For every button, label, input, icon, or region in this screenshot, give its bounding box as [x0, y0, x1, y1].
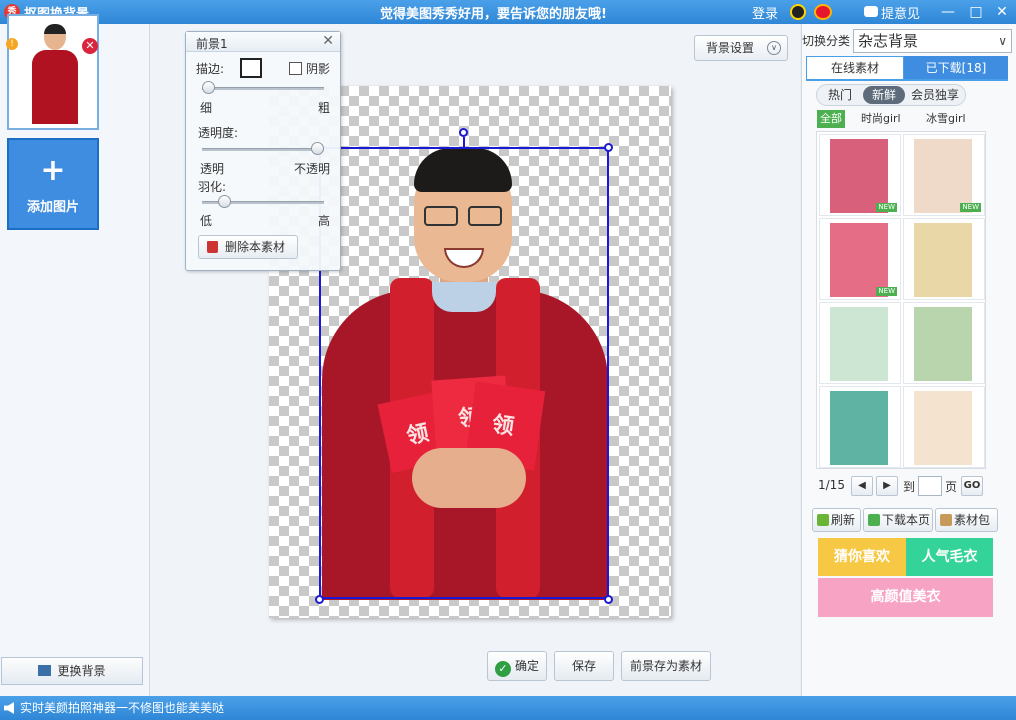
login-link[interactable]: 登录	[752, 3, 778, 22]
qq-icon[interactable]	[790, 4, 806, 20]
material-pack-button[interactable]: 素材包	[935, 508, 998, 532]
change-background-button[interactable]: 更换背景	[1, 657, 143, 685]
go-button[interactable]: GO	[961, 476, 983, 496]
image-icon	[38, 665, 52, 676]
thumbnail-person-image	[32, 24, 78, 124]
remove-thumbnail-button[interactable]: ✕	[82, 38, 98, 54]
warning-badge-icon: !	[6, 38, 18, 50]
feedback-link[interactable]: 提意见	[881, 3, 920, 22]
subtab-member[interactable]: 会员独享	[907, 86, 963, 104]
add-image-label: 添加图片	[26, 200, 79, 215]
opacity-slider-handle[interactable]	[311, 142, 324, 155]
material-thumbnail[interactable]	[903, 302, 985, 384]
material-grid: NEW NEW NEW	[816, 131, 986, 469]
next-page-button[interactable]: ▶	[876, 476, 898, 496]
trash-icon	[207, 241, 218, 253]
subtab-hot[interactable]: 热门	[820, 86, 860, 104]
new-badge: NEW	[960, 203, 981, 212]
tab-online-materials[interactable]: 在线素材	[806, 56, 904, 80]
package-icon	[940, 514, 952, 526]
thin-label: 细	[200, 101, 213, 115]
tab-downloaded[interactable]: 已下载[18]	[904, 56, 1008, 80]
status-bar: 实时美颜拍照神器一不修图也能美美哒	[0, 696, 1016, 720]
transparent-label: 透明	[200, 162, 225, 176]
plus-icon: +	[40, 153, 66, 188]
title-bar: 秀 抠图换背景 觉得美图秀秀好用，要告诉您的朋友哦! 登录 提意见 — □ ✕	[0, 0, 1016, 24]
chevron-down-icon: ∨	[767, 41, 781, 55]
stroke-color-swatch[interactable]	[240, 58, 262, 78]
page-number-input[interactable]	[918, 476, 942, 496]
popular-sweater-banner[interactable]: 人气毛衣	[906, 538, 993, 576]
stroke-label: 描边:	[196, 62, 225, 76]
page-indicator: 1/15	[818, 478, 845, 492]
title-slogan: 觉得美图秀秀好用，要告诉您的朋友哦!	[380, 7, 607, 22]
speaker-icon	[4, 702, 14, 714]
filter-fashion-girl[interactable]: 时尚girl	[861, 110, 901, 128]
subtab-fresh[interactable]: 新鲜	[863, 86, 905, 104]
opacity-slider-track[interactable]	[202, 148, 324, 151]
stroke-slider-track[interactable]	[202, 87, 324, 90]
close-icon[interactable]: ✕	[322, 33, 334, 49]
category-select[interactable]: 杂志背景 ∨	[853, 29, 1012, 53]
refresh-button[interactable]: 刷新	[812, 508, 861, 532]
minimize-button[interactable]: —	[938, 2, 958, 22]
delete-material-button[interactable]: 删除本素材	[198, 235, 298, 259]
background-setting-button[interactable]: 背景设置 ∨	[694, 35, 788, 61]
save-foreground-as-material-button[interactable]: 前景存为素材	[621, 651, 711, 681]
high-label: 高	[318, 214, 331, 228]
switch-category-label: 切换分类	[802, 34, 851, 48]
prev-page-button[interactable]: ◀	[851, 476, 873, 496]
feather-slider-handle[interactable]	[218, 195, 232, 208]
add-image-button[interactable]: + 添加图片	[7, 138, 99, 230]
foreground-settings-panel: 前景1 ✕ 描边: 阴影 细 粗 透明度: 透明 不透明 羽化: 低 高 删除本…	[185, 31, 341, 271]
thick-label: 粗	[318, 101, 331, 115]
material-thumbnail[interactable]	[819, 386, 901, 468]
new-badge: NEW	[876, 203, 897, 212]
filter-all[interactable]: 全部	[817, 110, 845, 128]
opaque-label: 不透明	[294, 162, 331, 176]
feedback-icon[interactable]	[864, 6, 878, 17]
weibo-icon[interactable]	[814, 4, 832, 20]
material-thumbnail[interactable]: NEW	[903, 134, 985, 216]
chevron-down-icon: ∨	[998, 34, 1007, 48]
material-thumbnail[interactable]: NEW	[819, 218, 901, 300]
low-label: 低	[200, 214, 213, 228]
page-unit-label: 页	[945, 480, 958, 494]
stroke-slider-handle[interactable]	[202, 81, 215, 94]
confirm-button[interactable]: ✓ 确定	[487, 651, 547, 681]
status-message[interactable]: 实时美颜拍照神器一不修图也能美美哒	[20, 696, 224, 720]
shadow-label: 阴影	[306, 62, 331, 76]
material-thumbnail[interactable]	[819, 302, 901, 384]
close-window-button[interactable]: ✕	[992, 2, 1012, 22]
material-thumbnail[interactable]	[903, 218, 985, 300]
image-thumbnail[interactable]	[7, 14, 99, 130]
resize-handle-bottom-right[interactable]	[604, 595, 613, 604]
check-icon: ✓	[494, 661, 511, 677]
guess-you-like-banner[interactable]: 猜你喜欢	[818, 538, 906, 576]
download-page-button[interactable]: 下载本页	[863, 508, 933, 532]
maximize-button[interactable]: □	[966, 2, 986, 22]
opacity-label: 透明度:	[198, 126, 239, 140]
high-looks-clothes-banner[interactable]: 高颜值美衣	[818, 578, 993, 617]
filter-snow-girl[interactable]: 冰雪girl	[926, 110, 966, 128]
rotate-stem	[463, 137, 465, 147]
goto-label: 到	[903, 480, 916, 494]
resize-handle-bottom-left[interactable]	[315, 595, 324, 604]
shadow-checkbox[interactable]	[289, 62, 302, 75]
feather-label: 羽化:	[198, 180, 227, 194]
material-thumbnail[interactable]	[903, 386, 985, 468]
refresh-icon	[817, 514, 829, 526]
new-badge: NEW	[876, 287, 897, 296]
save-button[interactable]: 保存	[554, 651, 614, 681]
selection-frame[interactable]	[319, 147, 609, 599]
download-icon	[868, 514, 880, 526]
panel-title: 前景1	[196, 37, 228, 51]
subtab-group: 热门 新鲜 会员独享	[816, 84, 966, 106]
material-thumbnail[interactable]: NEW	[819, 134, 901, 216]
rotate-handle[interactable]	[459, 128, 468, 137]
resize-handle-top-right[interactable]	[604, 143, 613, 152]
